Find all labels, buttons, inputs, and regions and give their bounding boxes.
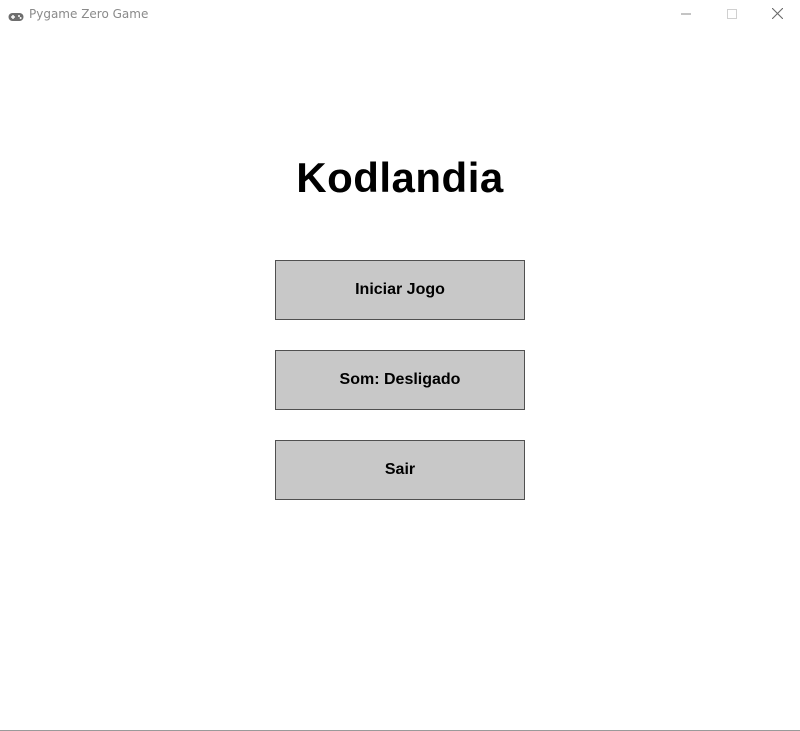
start-game-button[interactable]: Iniciar Jogo	[275, 260, 525, 320]
minimize-icon	[681, 6, 691, 24]
minimize-button[interactable]	[663, 0, 709, 30]
maximize-button[interactable]	[709, 0, 755, 30]
game-title: Kodlandia	[296, 154, 504, 201]
quit-button[interactable]: Sair	[275, 440, 525, 500]
gamepad-icon	[8, 9, 24, 21]
title-bar[interactable]: Pygame Zero Game	[0, 0, 800, 30]
maximize-icon	[727, 6, 737, 24]
close-icon	[771, 6, 783, 24]
window-title: Pygame Zero Game	[29, 7, 149, 21]
close-button[interactable]	[754, 0, 800, 30]
sound-toggle-button[interactable]: Som: Desligado	[275, 350, 525, 410]
game-window: Pygame Zero Game Kodlandia Iniciar Jogo …	[0, 0, 800, 731]
